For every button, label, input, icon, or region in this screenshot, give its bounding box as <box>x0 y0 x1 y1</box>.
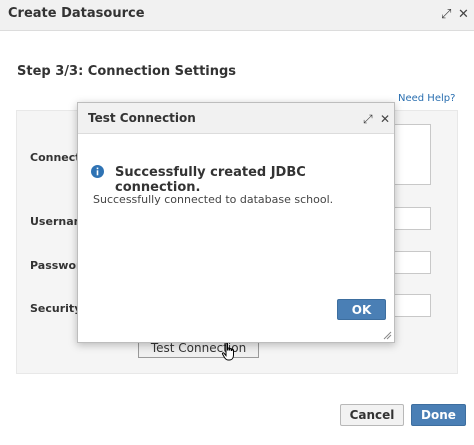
expand-icon[interactable]: ⤢ <box>441 7 451 22</box>
info-icon <box>91 165 104 178</box>
window-titlebar: Create Datasource ⤢ ✕ <box>0 0 474 31</box>
success-message: Successfully connected to database schoo… <box>93 193 334 206</box>
dialog-titlebar: Test Connection ⤢ ✕ <box>78 103 394 134</box>
close-icon[interactable]: ✕ <box>458 7 469 22</box>
field-label-password: Passwor <box>30 259 82 272</box>
resize-grip-icon[interactable] <box>382 330 392 340</box>
cancel-button[interactable]: Cancel <box>340 404 404 426</box>
dialog-title: Test Connection <box>88 111 196 125</box>
hand-cursor-icon <box>221 342 234 361</box>
ok-button[interactable]: OK <box>337 299 386 320</box>
field-label-security: Security <box>30 302 82 315</box>
field-label-connection: Connect <box>30 151 81 164</box>
close-icon[interactable]: ✕ <box>380 112 390 126</box>
test-connection-dialog: Test Connection ⤢ ✕ Successfully created… <box>77 102 395 343</box>
success-heading: Successfully created JDBC connection. <box>115 165 306 195</box>
window-title: Create Datasource <box>8 6 145 21</box>
done-button[interactable]: Done <box>411 404 466 426</box>
expand-icon[interactable]: ⤢ <box>363 112 373 127</box>
step-title: Step 3/3: Connection Settings <box>17 64 237 79</box>
help-link[interactable]: Need Help? <box>398 93 455 104</box>
